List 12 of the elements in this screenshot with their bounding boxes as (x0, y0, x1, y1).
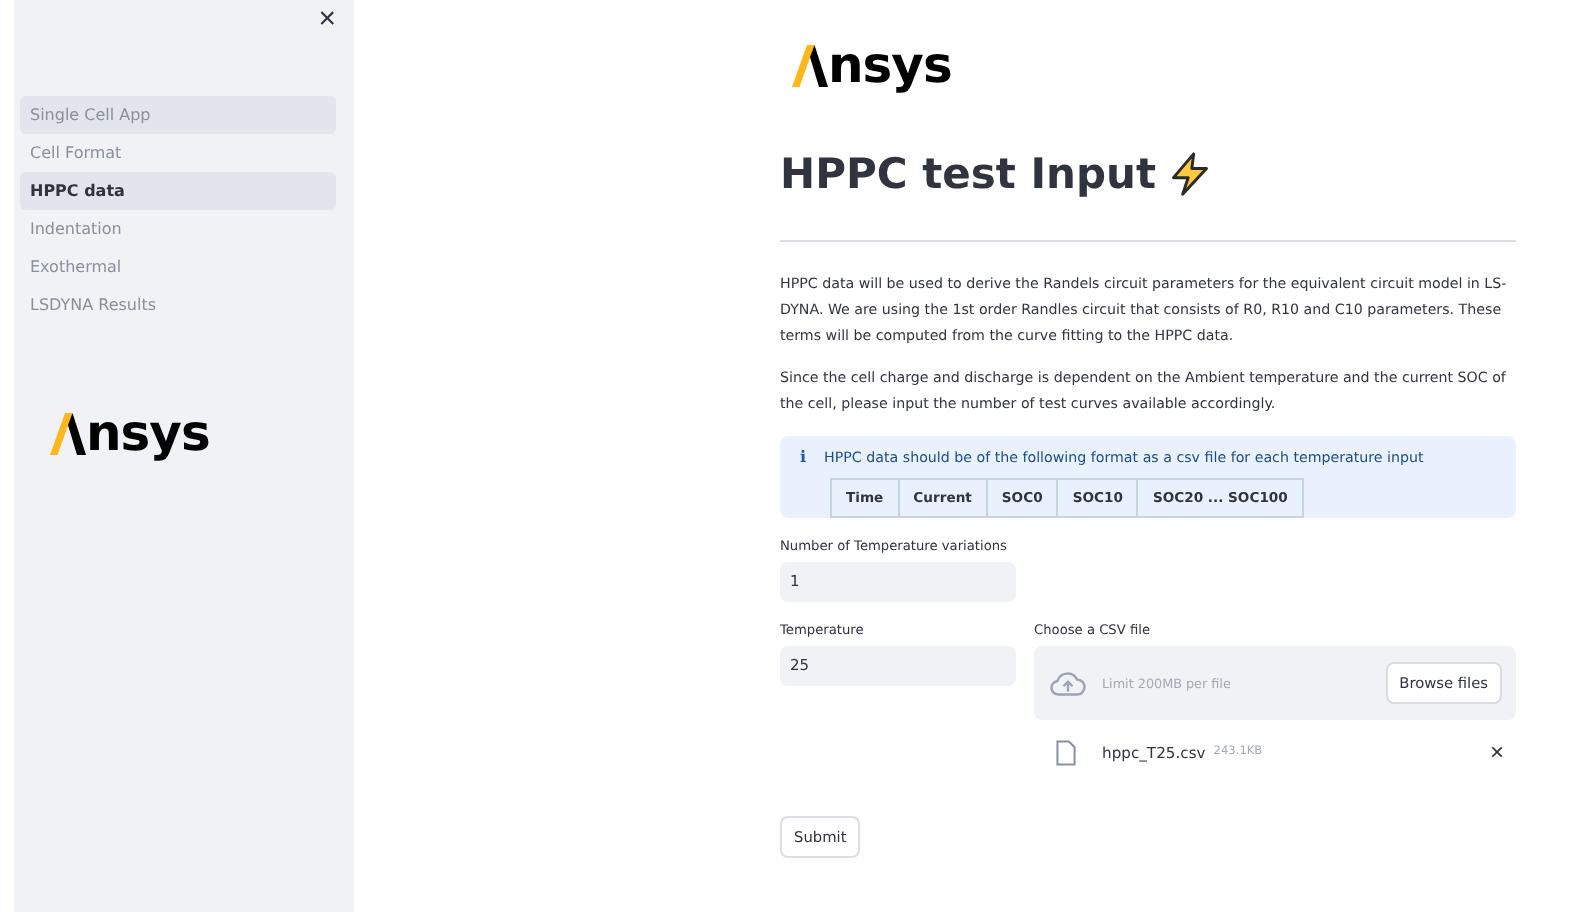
logo-text: nsys (828, 44, 952, 88)
info-icon: ℹ (800, 448, 807, 466)
page-title: HPPC test Input (780, 148, 1156, 200)
lightning-icon (1168, 152, 1212, 196)
cloud-upload-icon (1050, 669, 1086, 697)
logo-mark-icon (792, 44, 828, 88)
logo-mark-icon (50, 412, 86, 456)
close-button[interactable]: × (318, 0, 336, 36)
file-icon (1056, 739, 1076, 765)
remove-file-button[interactable]: × (1489, 738, 1504, 766)
nav-item[interactable]: HPPC data (20, 172, 336, 210)
logo-text: nsys (86, 412, 210, 456)
